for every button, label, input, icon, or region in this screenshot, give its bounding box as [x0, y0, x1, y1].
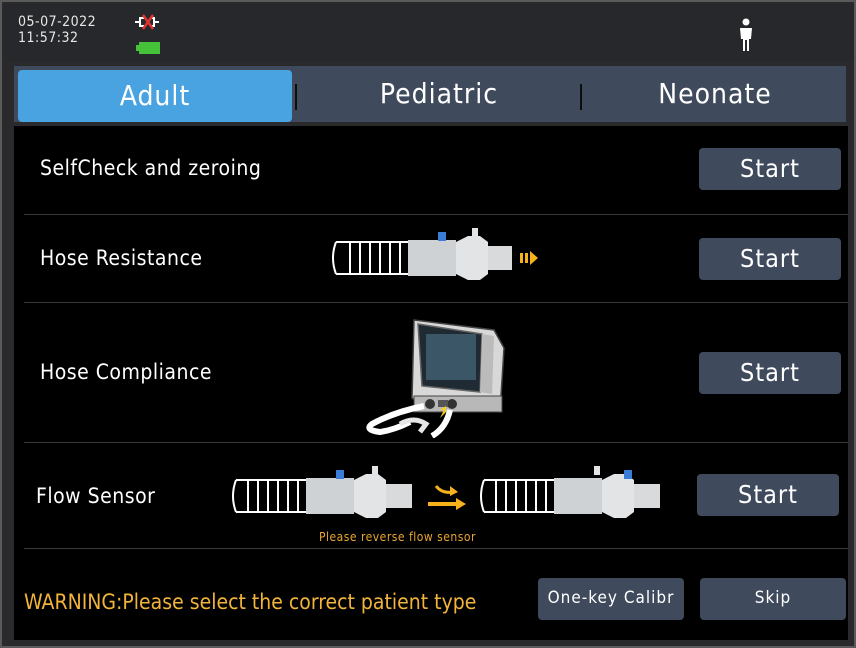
- selfcheck-label: SelfCheck and zeroing: [40, 156, 262, 180]
- ventilator-illustration: [366, 319, 505, 438]
- skip-button[interactable]: Skip: [700, 578, 846, 620]
- calibration-panel: SelfCheck and zeroing Start Hose Resista…: [14, 126, 848, 640]
- tab-pediatric[interactable]: Pediatric: [298, 66, 580, 122]
- datetime: 05-07-2022 11:57:32: [18, 14, 96, 46]
- tab-separator: [295, 84, 297, 110]
- ac-power-disconnected-icon: [135, 14, 159, 30]
- hose-compliance-start-button[interactable]: Start: [699, 352, 841, 394]
- patient-type-tabs: Adult Pediatric Neonate: [14, 66, 846, 122]
- hose-resistance-illustration: [332, 228, 538, 280]
- flow-sensor-illustration: [232, 466, 660, 518]
- patient-type-warning: WARNING:Please select the correct patien…: [24, 590, 477, 614]
- hose-resistance-start-button[interactable]: Start: [699, 238, 841, 280]
- date-text: 05-07-2022: [18, 14, 97, 30]
- battery-icon: [136, 42, 160, 54]
- one-key-calibrate-button[interactable]: One-key Calibr: [538, 578, 684, 620]
- tab-adult[interactable]: Adult: [18, 70, 292, 122]
- time-text: 11:57:32: [18, 30, 79, 46]
- tab-neonate[interactable]: Neonate: [584, 66, 846, 122]
- status-bar: 05-07-2022 11:57:32: [4, 4, 854, 62]
- flow-sensor-start-button[interactable]: Start: [697, 474, 839, 516]
- flow-sensor-label: Flow Sensor: [36, 484, 156, 508]
- hose-compliance-label: Hose Compliance: [40, 360, 212, 384]
- row-divider: [24, 548, 848, 549]
- row-divider: [24, 442, 848, 443]
- adult-patient-icon: [740, 18, 752, 51]
- selfcheck-start-button[interactable]: Start: [699, 148, 841, 190]
- reverse-flow-sensor-hint: Please reverse flow sensor: [319, 530, 476, 544]
- row-divider: [24, 214, 848, 215]
- hose-resistance-label: Hose Resistance: [40, 246, 203, 270]
- device-screen: 05-07-2022 11:57:32 Adult Pediatric Neon…: [0, 0, 856, 648]
- tab-separator: [580, 84, 582, 110]
- row-divider: [24, 302, 848, 303]
